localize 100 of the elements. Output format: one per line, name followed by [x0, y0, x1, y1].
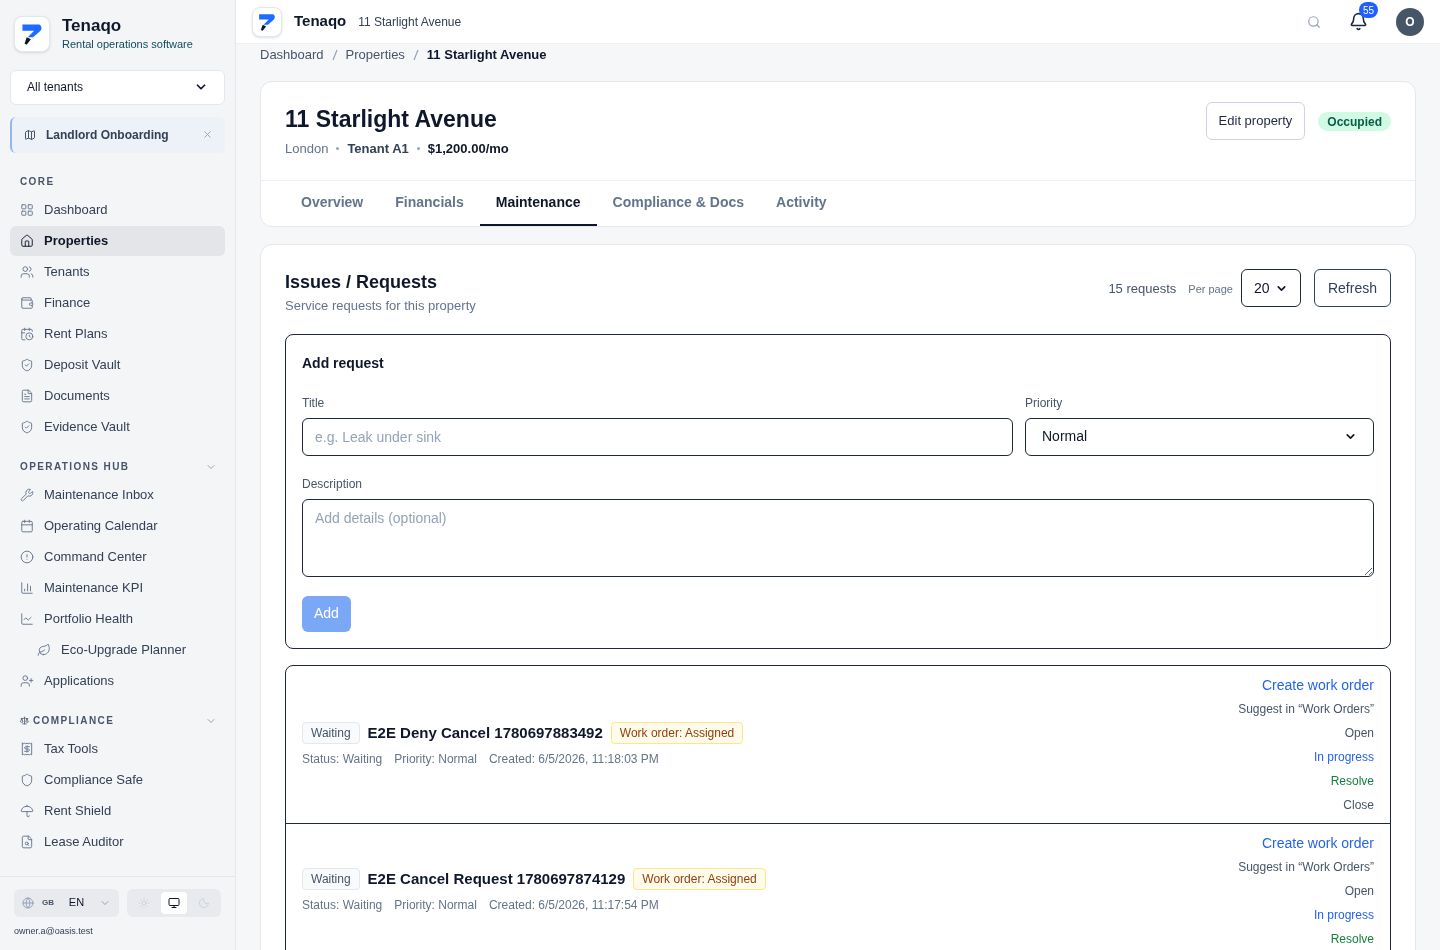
section-heading: OPERATIONS HUB — [20, 460, 130, 474]
breadcrumb-link[interactable]: 11 Starlight Avenue — [426, 45, 547, 65]
theme-icon — [138, 896, 150, 909]
action-link[interactable]: Suggest in “Work Orders” — [1238, 699, 1374, 719]
action-link[interactable]: Open — [1344, 881, 1374, 901]
globe-icon — [22, 896, 34, 909]
close-icon[interactable] — [202, 129, 213, 140]
dot-icon — [336, 146, 340, 150]
work-order-tag: Work order: Assigned — [610, 722, 744, 744]
pinned-item[interactable]: Landlord Onboarding — [10, 116, 225, 153]
sidebar-item[interactable]: Maintenance KPI — [10, 572, 225, 603]
dot-icon — [416, 146, 420, 150]
field-label: Description — [302, 475, 364, 493]
sidebar-item[interactable]: Maintenance Inbox — [10, 479, 225, 510]
edit-property-button[interactable]: Edit property — [1205, 102, 1306, 140]
item-icon — [20, 803, 34, 818]
description-input[interactable]: Add details (optional) — [302, 498, 1374, 577]
sidebar-item[interactable]: Tax Tools — [10, 733, 225, 764]
map-icon — [24, 128, 36, 141]
tab[interactable]: Compliance & Docs — [596, 181, 761, 226]
sidebar-item[interactable]: Eco-Upgrade Planner — [10, 634, 225, 665]
item-icon — [37, 642, 51, 657]
scale-icon — [20, 716, 29, 725]
sidebar-item[interactable]: Tenants — [10, 256, 225, 287]
sidebar-item[interactable]: Command Center — [10, 541, 225, 572]
item-icon — [20, 673, 34, 688]
sidebar-item[interactable]: Evidence Vault — [10, 411, 225, 442]
theme-icon — [198, 896, 210, 909]
tenant-select[interactable]: All tenants — [10, 69, 225, 105]
breadcrumb-link[interactable]: Dashboard — [260, 45, 324, 65]
logo-icon — [14, 16, 50, 53]
brand-name: Tenaqo — [62, 16, 123, 36]
item-icon — [20, 580, 34, 595]
sidebar-item[interactable]: Deposit Vault — [10, 349, 225, 380]
action-link[interactable]: In progress — [1313, 905, 1374, 925]
sidebar-item[interactable]: Applications — [10, 665, 225, 696]
sidebar-item[interactable]: Operating Calendar — [10, 510, 225, 541]
sidebar-item[interactable]: Compliance Safe — [10, 764, 225, 795]
sidebar-item[interactable]: Documents — [10, 380, 225, 411]
field-label: Title — [302, 394, 326, 412]
refresh-button[interactable]: Refresh — [1313, 269, 1391, 307]
action-link[interactable]: Create work order — [1261, 833, 1374, 853]
state-tag: Waiting — [302, 868, 360, 890]
item-icon — [20, 741, 34, 756]
action-link[interactable]: Resolve — [1330, 929, 1374, 949]
sidebar-item[interactable]: Portfolio Health — [10, 603, 225, 634]
breadcrumb-link[interactable]: Properties — [345, 45, 405, 65]
notification-badge: 55 — [1359, 2, 1379, 18]
item-icon — [20, 549, 34, 564]
action-link[interactable]: Open — [1344, 723, 1374, 743]
request-created: Created: 6/5/2026, 11:17:54 PM — [488, 897, 659, 915]
priority-select[interactable]: Normal — [1025, 417, 1374, 456]
user-email: owner.a@oasis.test — [14, 924, 94, 938]
tab[interactable]: Overview — [285, 181, 380, 226]
section-heading: COMPLIANCE — [33, 714, 115, 728]
item-icon — [20, 233, 34, 248]
action-link[interactable]: In progress — [1313, 747, 1374, 767]
action-link[interactable]: Close — [1343, 795, 1374, 815]
request-priority: Priority: Normal — [394, 897, 477, 915]
avatar[interactable]: O — [1396, 7, 1424, 36]
tab[interactable]: Maintenance — [479, 181, 597, 226]
item-icon — [20, 388, 34, 403]
item-icon — [20, 295, 34, 310]
action-link[interactable]: Suggest in “Work Orders” — [1238, 857, 1374, 877]
section-title: Issues / Requests — [285, 271, 439, 294]
request-count: 15 requests — [1108, 280, 1177, 298]
sidebar-item[interactable]: Rent Plans — [10, 318, 225, 349]
property-title: 11 Starlight Avenue — [285, 105, 498, 134]
top-page-title: 11 Starlight Avenue — [358, 13, 463, 31]
sidebar-item[interactable]: Rent Shield — [10, 795, 225, 826]
property-tenant: Tenant A1 — [347, 139, 409, 158]
theme-button[interactable] — [161, 891, 187, 914]
bell-icon[interactable] — [1349, 12, 1368, 31]
item-icon — [20, 326, 34, 341]
search-icon[interactable] — [1307, 14, 1321, 29]
work-order-tag: Work order: Assigned — [633, 868, 766, 890]
action-link[interactable]: Create work order — [1261, 675, 1374, 695]
item-icon — [20, 772, 34, 787]
logo-icon — [252, 6, 282, 37]
sidebar-item[interactable]: Properties — [10, 225, 225, 256]
item-icon — [20, 611, 34, 626]
section-subtitle: Service requests for this property — [285, 297, 477, 315]
sidebar-item[interactable]: Lease Auditor — [10, 826, 225, 857]
title-input[interactable]: e.g. Leak under sink — [302, 417, 1013, 456]
tab[interactable]: Activity — [760, 181, 843, 226]
item-icon — [20, 834, 34, 849]
item-icon — [20, 487, 34, 502]
field-label: Priority — [1025, 394, 1064, 412]
action-link[interactable]: Resolve — [1330, 771, 1374, 791]
item-icon — [20, 264, 34, 279]
flag-code: GB — [42, 896, 54, 909]
brand-tagline: Rental operations software — [62, 37, 193, 52]
language-select[interactable]: GB EN — [14, 888, 119, 917]
per-page-select[interactable]: 20 — [1240, 269, 1301, 307]
tab[interactable]: Financials — [379, 181, 480, 226]
request-status: Status: Waiting — [302, 897, 383, 915]
sidebar-item[interactable]: Finance — [10, 287, 225, 318]
theme-icon — [168, 896, 180, 909]
sidebar-item[interactable]: Dashboard — [10, 194, 225, 225]
request-title: E2E Deny Cancel 1780697883492 — [367, 722, 603, 743]
